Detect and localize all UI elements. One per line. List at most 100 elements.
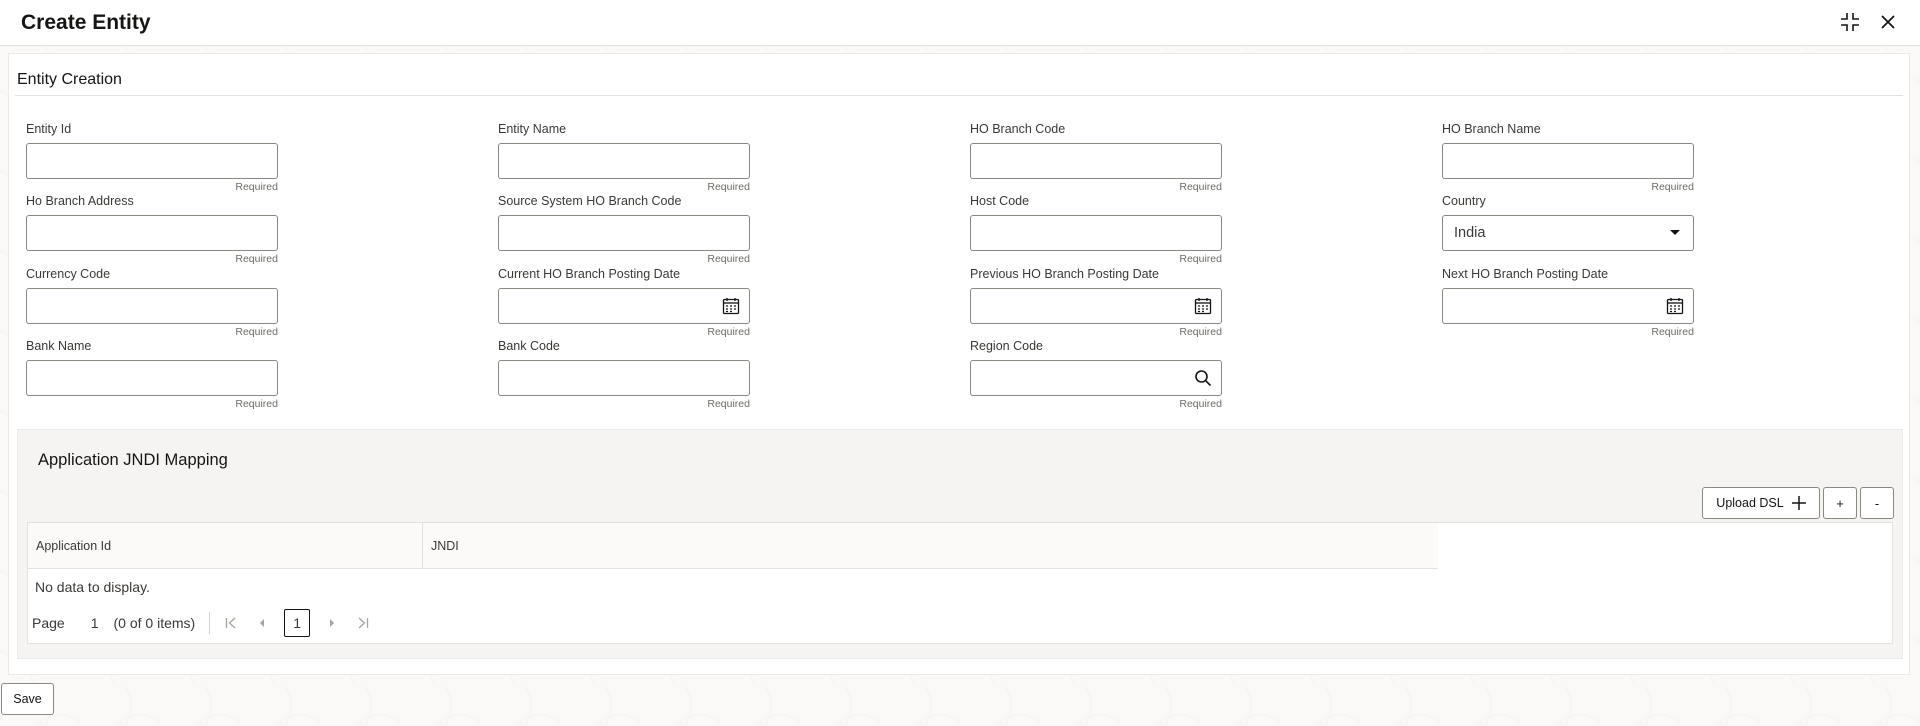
close-icon[interactable] [1876,10,1900,34]
next-ho-branch-posting-date-field: Next HO Branch Posting Date Required [1442,266,1694,338]
country-select[interactable]: India [1442,215,1694,251]
previous-page-icon[interactable] [253,614,271,632]
bank-code-box [498,360,750,396]
first-page-icon[interactable] [222,614,240,632]
current-ho-branch-posting-date-input[interactable] [499,289,749,323]
bank-code-input[interactable] [499,361,749,395]
add-row-button[interactable]: + [1823,487,1857,519]
empty-table-message: No data to display. [35,579,150,595]
bank-code-label: Bank Code [498,339,560,353]
bank-code-field: Bank Code Required [498,338,750,410]
ho-branch-code-required-hint: Required [1179,181,1222,193]
source-system-ho-branch-code-required-hint: Required [707,253,750,265]
region-code-field: Region Code Required [970,338,1222,410]
calendar-icon[interactable] [1193,296,1213,316]
plus-icon [1791,496,1806,510]
host-code-box [970,215,1222,251]
ho-branch-address-field: Ho Branch Address Required [26,193,278,265]
previous-ho-branch-posting-date-label: Previous HO Branch Posting Date [970,267,1159,281]
ho-branch-address-input[interactable] [27,216,277,250]
ho-branch-address-box [26,215,278,251]
jndi-table: Application Id JNDI No data to display. … [27,522,1893,644]
previous-ho-branch-posting-date-required-hint: Required [1179,326,1222,338]
ho-branch-address-required-hint: Required [235,253,278,265]
table-header: Application Id JNDI [28,523,1438,569]
source-system-ho-branch-code-field: Source System HO Branch Code Required [498,193,750,265]
page-title: Create Entity [21,11,151,34]
upload-dsl-button[interactable]: Upload DSL [1702,487,1820,519]
caret-down-icon[interactable] [1665,223,1685,243]
current-ho-branch-posting-date-field: Current HO Branch Posting Date Required [498,266,750,338]
application-jndi-mapping-panel: Application JNDI Mapping Upload DSL + - … [17,429,1903,659]
column-header-application-id[interactable]: Application Id [28,523,423,569]
source-system-ho-branch-code-label: Source System HO Branch Code [498,194,682,208]
ho-branch-code-field: HO Branch Code Required [970,121,1222,193]
bank-name-field: Bank Name Required [26,338,278,410]
ho-branch-code-box [970,143,1222,179]
previous-ho-branch-posting-date-box [970,288,1222,324]
source-system-ho-branch-code-input[interactable] [499,216,749,250]
calendar-icon[interactable] [721,296,741,316]
current-page-button[interactable]: 1 [284,609,311,637]
next-ho-branch-posting-date-box [1442,288,1694,324]
previous-ho-branch-posting-date-input[interactable] [971,289,1221,323]
item-count: (0 of 0 items) [113,615,196,631]
search-icon[interactable] [1193,368,1213,388]
bank-name-input[interactable] [27,361,277,395]
entity-id-input[interactable] [27,144,277,178]
window-controls [1838,10,1900,34]
pager-divider [209,612,211,634]
jndi-section-title: Application JNDI Mapping [38,451,228,469]
entity-creation-card: Entity Creation Entity Id Required Entit… [8,53,1910,675]
region-code-required-hint: Required [1179,398,1222,410]
host-code-required-hint: Required [1179,253,1222,265]
ho-branch-name-field: HO Branch Name Required [1442,121,1694,193]
ho-branch-code-input[interactable] [971,144,1221,178]
remove-row-button[interactable]: - [1860,487,1894,519]
entity-name-label: Entity Name [498,122,567,136]
ho-branch-address-label: Ho Branch Address [26,194,134,208]
entity-name-required-hint: Required [707,181,750,193]
currency-code-required-hint: Required [235,326,278,338]
currency-code-label: Currency Code [26,267,111,281]
host-code-label: Host Code [970,194,1030,208]
bank-name-box [26,360,278,396]
ho-branch-code-label: HO Branch Code [970,122,1066,136]
jndi-toolbar: Upload DSL + - [1702,487,1894,519]
region-code-label: Region Code [970,339,1043,353]
currency-code-field: Currency Code Required [26,266,278,338]
save-button[interactable]: Save [1,683,54,715]
upload-dsl-label: Upload DSL [1716,496,1784,510]
region-code-box [970,360,1222,396]
entity-id-required-hint: Required [235,181,278,193]
country-label: Country [1442,194,1486,208]
page-number-input[interactable]: 1 [91,615,99,631]
next-ho-branch-posting-date-required-hint: Required [1651,326,1694,338]
entity-name-input[interactable] [499,144,749,178]
entity-name-field: Entity Name Required [498,121,750,193]
calendar-icon[interactable] [1665,296,1685,316]
current-ho-branch-posting-date-required-hint: Required [707,326,750,338]
country-field: Country India [1442,193,1694,251]
country-selected-value: India [1454,225,1486,241]
entity-id-box [26,143,278,179]
ho-branch-name-input[interactable] [1443,144,1693,178]
host-code-input[interactable] [971,216,1221,250]
bank-name-required-hint: Required [235,398,278,410]
collapse-icon[interactable] [1838,10,1862,34]
last-page-icon[interactable] [354,614,372,632]
next-ho-branch-posting-date-input[interactable] [1443,289,1693,323]
next-ho-branch-posting-date-label: Next HO Branch Posting Date [1442,267,1609,281]
entity-id-label: Entity Id [26,122,72,136]
next-page-icon[interactable] [323,614,341,632]
pagination: Page 1 (0 of 0 items) 1 [32,609,385,637]
host-code-field: Host Code Required [970,193,1222,265]
section-divider [15,95,1903,96]
previous-ho-branch-posting-date-field: Previous HO Branch Posting Date Required [970,266,1222,338]
bank-code-required-hint: Required [707,398,750,410]
region-code-input[interactable] [971,361,1221,395]
currency-code-input[interactable] [27,289,277,323]
current-ho-branch-posting-date-box [498,288,750,324]
ho-branch-name-required-hint: Required [1651,181,1694,193]
column-header-jndi[interactable]: JNDI [423,523,1438,569]
